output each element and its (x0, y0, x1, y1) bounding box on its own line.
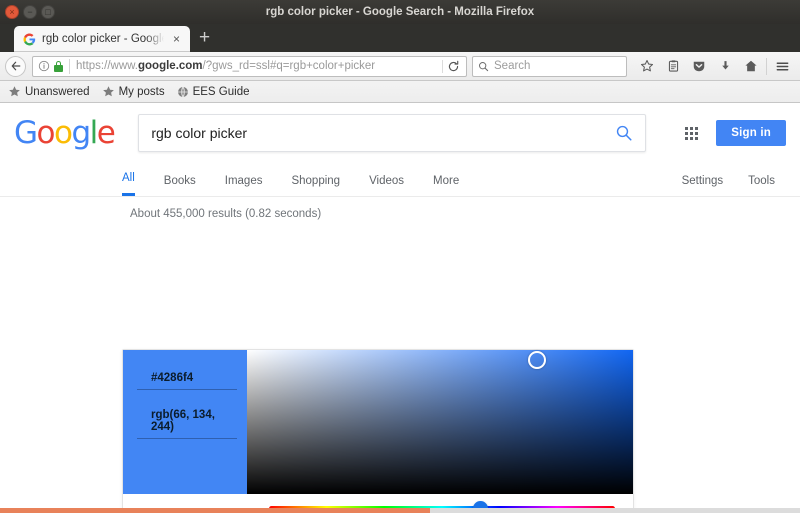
url-domain: google.com (138, 60, 203, 72)
url-separator (69, 59, 70, 74)
tab-images[interactable]: Images (225, 175, 263, 196)
tab-strip: rgb color picker - Google × + (0, 24, 800, 52)
new-tab-button[interactable]: + (190, 28, 218, 49)
bookmark-label: Unanswered (25, 86, 90, 98)
result-stats: About 455,000 results (0.82 seconds) (0, 197, 800, 220)
bookmark-unanswered[interactable]: Unanswered (8, 85, 90, 98)
settings-link[interactable]: Settings (682, 175, 724, 196)
downloads-icon[interactable] (712, 54, 738, 79)
menu-hamburger-icon[interactable] (769, 54, 795, 79)
hex-value: #4286f4 (137, 372, 237, 389)
reload-icon[interactable] (442, 60, 464, 73)
tools-link[interactable]: Tools (748, 175, 775, 196)
google-search-box[interactable]: rgb color picker (138, 114, 646, 152)
window-close-button[interactable]: × (5, 5, 19, 19)
window-minimize-button[interactable]: − (23, 5, 37, 19)
window-title: rgb color picker - Google Search - Mozil… (0, 6, 800, 18)
info-icon[interactable] (38, 60, 50, 72)
tab-books[interactable]: Books (164, 175, 196, 196)
field-underline (137, 438, 237, 439)
hex-field[interactable]: #4286f4 (137, 372, 237, 390)
search-input[interactable]: rgb color picker (151, 125, 615, 141)
color-picker-card: #4286f4 rgb(66, 134, 244) Show color va (122, 349, 634, 513)
saturation-value-area[interactable] (247, 350, 633, 494)
url-text: https://www.google.com/?gws_rd=ssl#q=rgb… (76, 60, 442, 72)
sign-in-button[interactable]: Sign in (716, 120, 786, 146)
page-content: Google rgb color picker Sign in All Book… (0, 103, 800, 513)
url-bar[interactable]: https://www.google.com/?gws_rd=ssl#q=rgb… (32, 56, 467, 77)
bookmark-label: EES Guide (193, 86, 250, 98)
padlock-icon[interactable] (54, 61, 63, 72)
browser-tab[interactable]: rgb color picker - Google × (14, 26, 190, 52)
color-swatch: #4286f4 rgb(66, 134, 244) (123, 350, 247, 494)
navigation-toolbar: https://www.google.com/?gws_rd=ssl#q=rgb… (0, 52, 800, 81)
page-scrollbar[interactable] (0, 508, 800, 513)
tab-shopping[interactable]: Shopping (291, 175, 340, 196)
search-icon[interactable] (615, 124, 633, 142)
back-arrow-icon[interactable] (5, 56, 26, 77)
color-cursor-ring[interactable] (528, 351, 546, 369)
google-g-icon (23, 33, 36, 46)
url-suffix: /?gws_rd=ssl#q=rgb+color+picker (203, 60, 376, 72)
rgb-field[interactable]: rgb(66, 134, 244) (137, 409, 237, 439)
tab-videos[interactable]: Videos (369, 175, 404, 196)
tab-more[interactable]: More (433, 175, 459, 196)
search-icon (478, 61, 489, 72)
logo-letter: e (97, 115, 115, 151)
field-underline (137, 389, 237, 390)
toolbar-separator (766, 58, 767, 75)
bookmark-label: My posts (119, 86, 165, 98)
browser-search-bar[interactable]: Search (472, 56, 627, 77)
logo-letter: o (37, 115, 54, 151)
star-icon (8, 85, 21, 98)
bookmarks-bar: Unanswered My posts EES Guide (0, 81, 800, 103)
home-icon[interactable] (738, 54, 764, 79)
url-prefix: https://www. (76, 60, 138, 72)
color-picker-top: #4286f4 rgb(66, 134, 244) (123, 350, 633, 494)
logo-letter: g (71, 115, 89, 151)
google-header-right: Sign in (685, 120, 800, 146)
logo-letter: l (90, 115, 97, 151)
bookmark-ees-guide[interactable]: EES Guide (177, 86, 250, 98)
bookmark-my-posts[interactable]: My posts (102, 85, 165, 98)
google-logo[interactable]: Google (14, 115, 114, 151)
logo-letter: G (14, 115, 37, 151)
bookmark-star-icon[interactable] (634, 54, 660, 79)
logo-letter: o (54, 115, 71, 151)
library-icon[interactable] (660, 54, 686, 79)
window-maximize-button[interactable]: □ (41, 5, 55, 19)
globe-icon (177, 86, 189, 98)
star-icon (102, 85, 115, 98)
browser-search-placeholder: Search (494, 60, 530, 72)
scrollbar-thumb[interactable] (0, 508, 430, 513)
tab-all[interactable]: All (122, 172, 135, 196)
pocket-icon[interactable] (686, 54, 712, 79)
google-nav-tabs: All Books Images Shopping Videos More Se… (0, 163, 800, 197)
window-title-bar: × − □ rgb color picker - Google Search -… (0, 0, 800, 24)
tab-title: rgb color picker - Google (42, 33, 164, 45)
apps-grid-icon[interactable] (685, 127, 698, 140)
google-header: Google rgb color picker Sign in (0, 103, 800, 163)
rgb-value: rgb(66, 134, 244) (137, 409, 237, 438)
tab-close-icon[interactable]: × (170, 33, 183, 45)
